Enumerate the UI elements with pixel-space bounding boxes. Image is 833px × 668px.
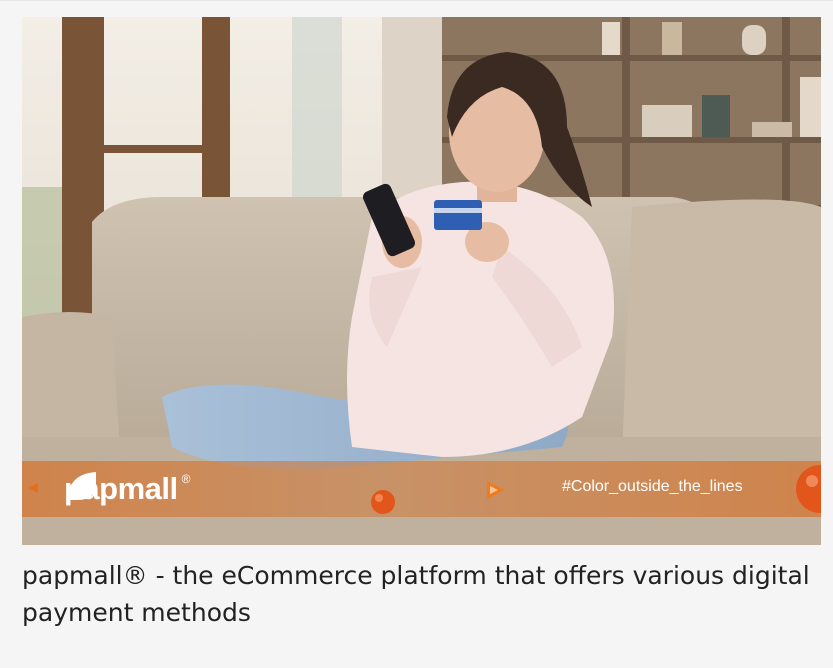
papmall-logo[interactable]: papmall ® (64, 468, 191, 510)
papmall-leaf-logo-icon (68, 472, 96, 500)
play-triangle-icon (487, 481, 504, 499)
large-orange-ball-decoration (796, 465, 821, 513)
hero-photo[interactable]: papmall ® #Color_outside_the_lines (22, 17, 821, 545)
hashtag-text: #Color_outside_the_lines (562, 478, 743, 495)
article-caption[interactable]: papmall® - the eCommerce platform that o… (22, 557, 812, 631)
orange-ball-decoration (371, 490, 395, 514)
small-orange-triangle-icon (28, 483, 38, 493)
article-card: papmall ® #Color_outside_the_lines papma… (0, 0, 833, 668)
brand-registered-mark: ® (181, 472, 191, 486)
brand-banner: papmall ® #Color_outside_the_lines (22, 461, 821, 517)
